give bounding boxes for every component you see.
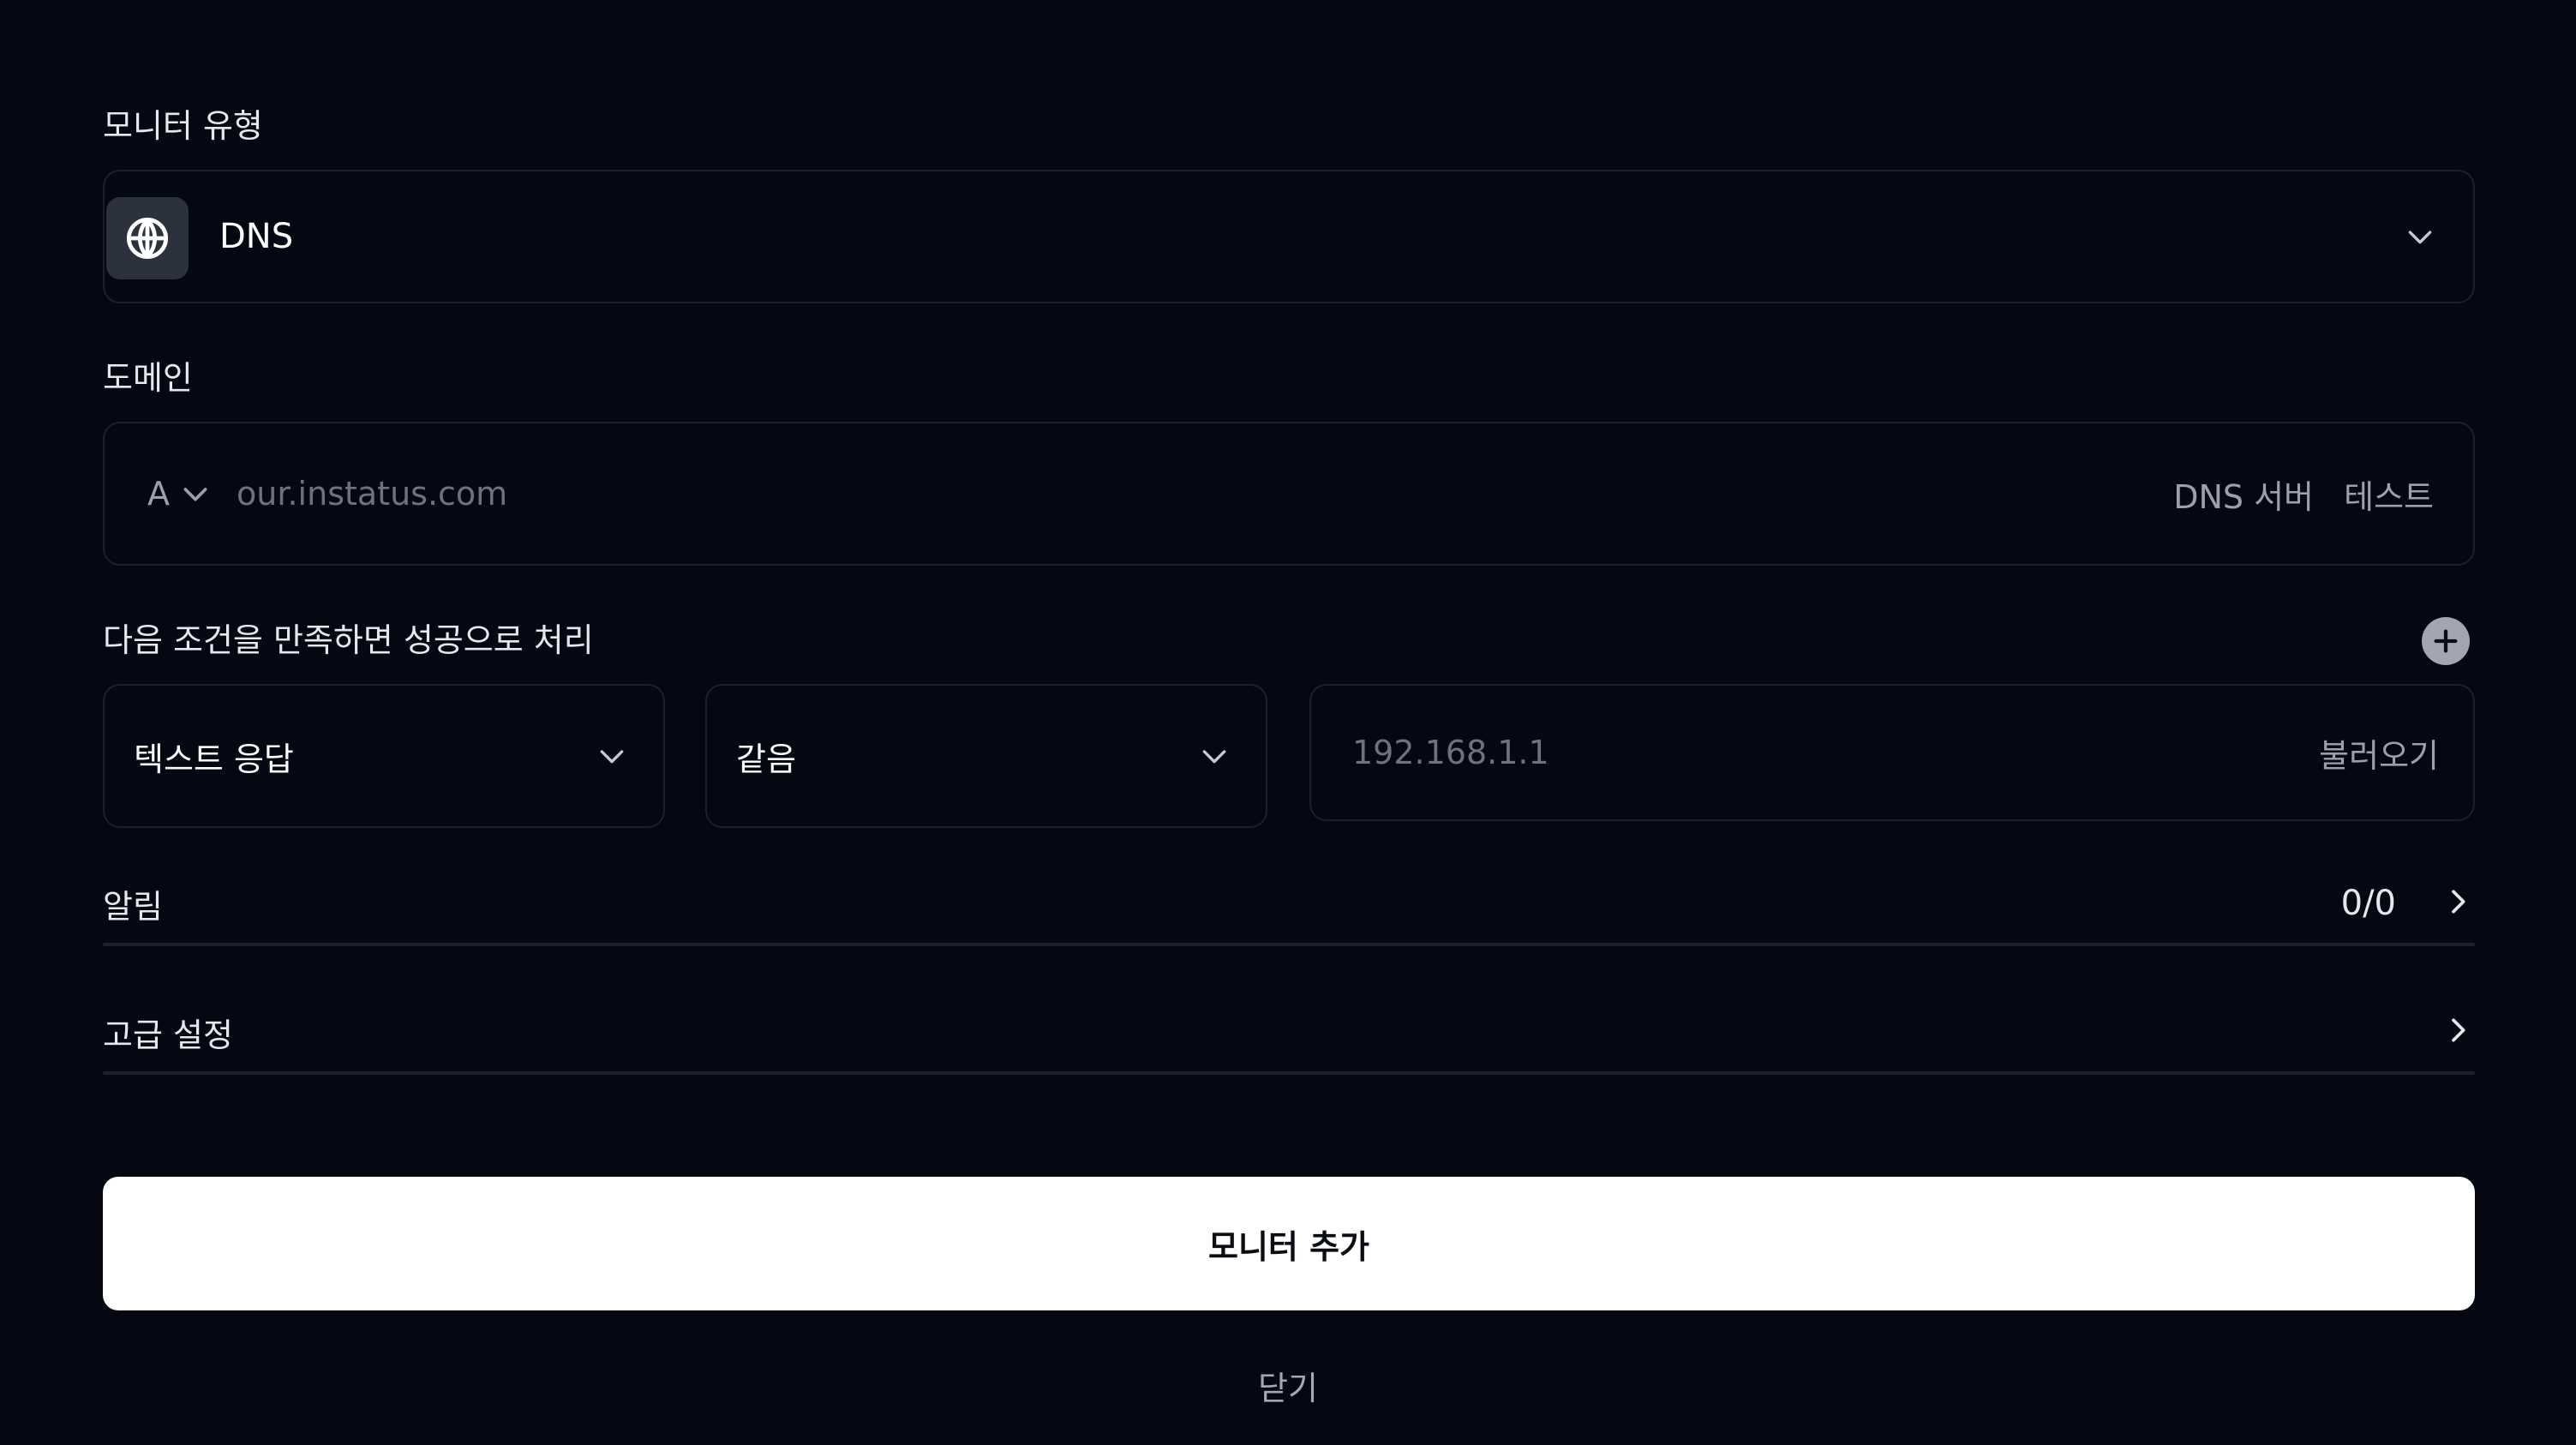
- alerts-active-count: 0: [2340, 884, 2363, 923]
- record-type-select[interactable]: A: [147, 423, 170, 564]
- domain-field: A DNS 서버 테스트: [103, 422, 2475, 566]
- chevron-right-icon: [2441, 1013, 2475, 1047]
- globe-icon: [106, 197, 189, 279]
- divider: [103, 1071, 2475, 1075]
- alerts-total-count: 0: [2374, 884, 2396, 923]
- condition-source-value: 텍스트 응답: [134, 740, 294, 778]
- alerts-row[interactable]: 알림 0 / 0: [103, 869, 2475, 946]
- add-condition-button[interactable]: [2422, 617, 2470, 665]
- condition-value-input[interactable]: [1352, 711, 2209, 794]
- close-button[interactable]: 닫기: [1114, 1358, 1462, 1412]
- chevron-down-icon: [1197, 739, 1231, 773]
- condition-source-select[interactable]: 텍스트 응답: [103, 684, 665, 828]
- monitor-type-value: DNS: [219, 217, 294, 256]
- chevron-right-icon: [2441, 884, 2475, 919]
- domain-input[interactable]: [237, 453, 1865, 535]
- condition-label: 다음 조건을 만족하면 성공으로 처리: [103, 621, 594, 659]
- chevron-down-icon: [595, 739, 629, 773]
- condition-value-field: 불러오기: [1309, 684, 2475, 821]
- advanced-settings-row[interactable]: 고급 설정: [103, 998, 2475, 1075]
- plus-icon: [2434, 629, 2458, 653]
- load-button[interactable]: 불러오기: [2319, 686, 2439, 819]
- domain-label: 도메인: [103, 359, 193, 397]
- condition-operator-select[interactable]: 같음: [705, 684, 1267, 828]
- advanced-settings-label: 고급 설정: [103, 1016, 233, 1054]
- add-monitor-button[interactable]: 모니터 추가: [103, 1177, 2475, 1310]
- condition-operator-value: 같음: [736, 740, 796, 778]
- test-button[interactable]: 테스트: [2344, 423, 2434, 564]
- monitor-type-select[interactable]: DNS: [103, 170, 2475, 303]
- record-type-value: A: [147, 475, 170, 513]
- dns-server-button[interactable]: DNS 서버: [2173, 423, 2314, 564]
- monitor-type-label: 모니터 유형: [103, 107, 263, 145]
- alerts-label: 알림: [103, 887, 163, 926]
- chevron-down-icon: [178, 477, 213, 511]
- alerts-counter: 0 / 0: [2341, 869, 2396, 938]
- alerts-separator: /: [2363, 884, 2375, 923]
- chevron-down-icon: [2403, 219, 2437, 254]
- divider: [103, 943, 2475, 946]
